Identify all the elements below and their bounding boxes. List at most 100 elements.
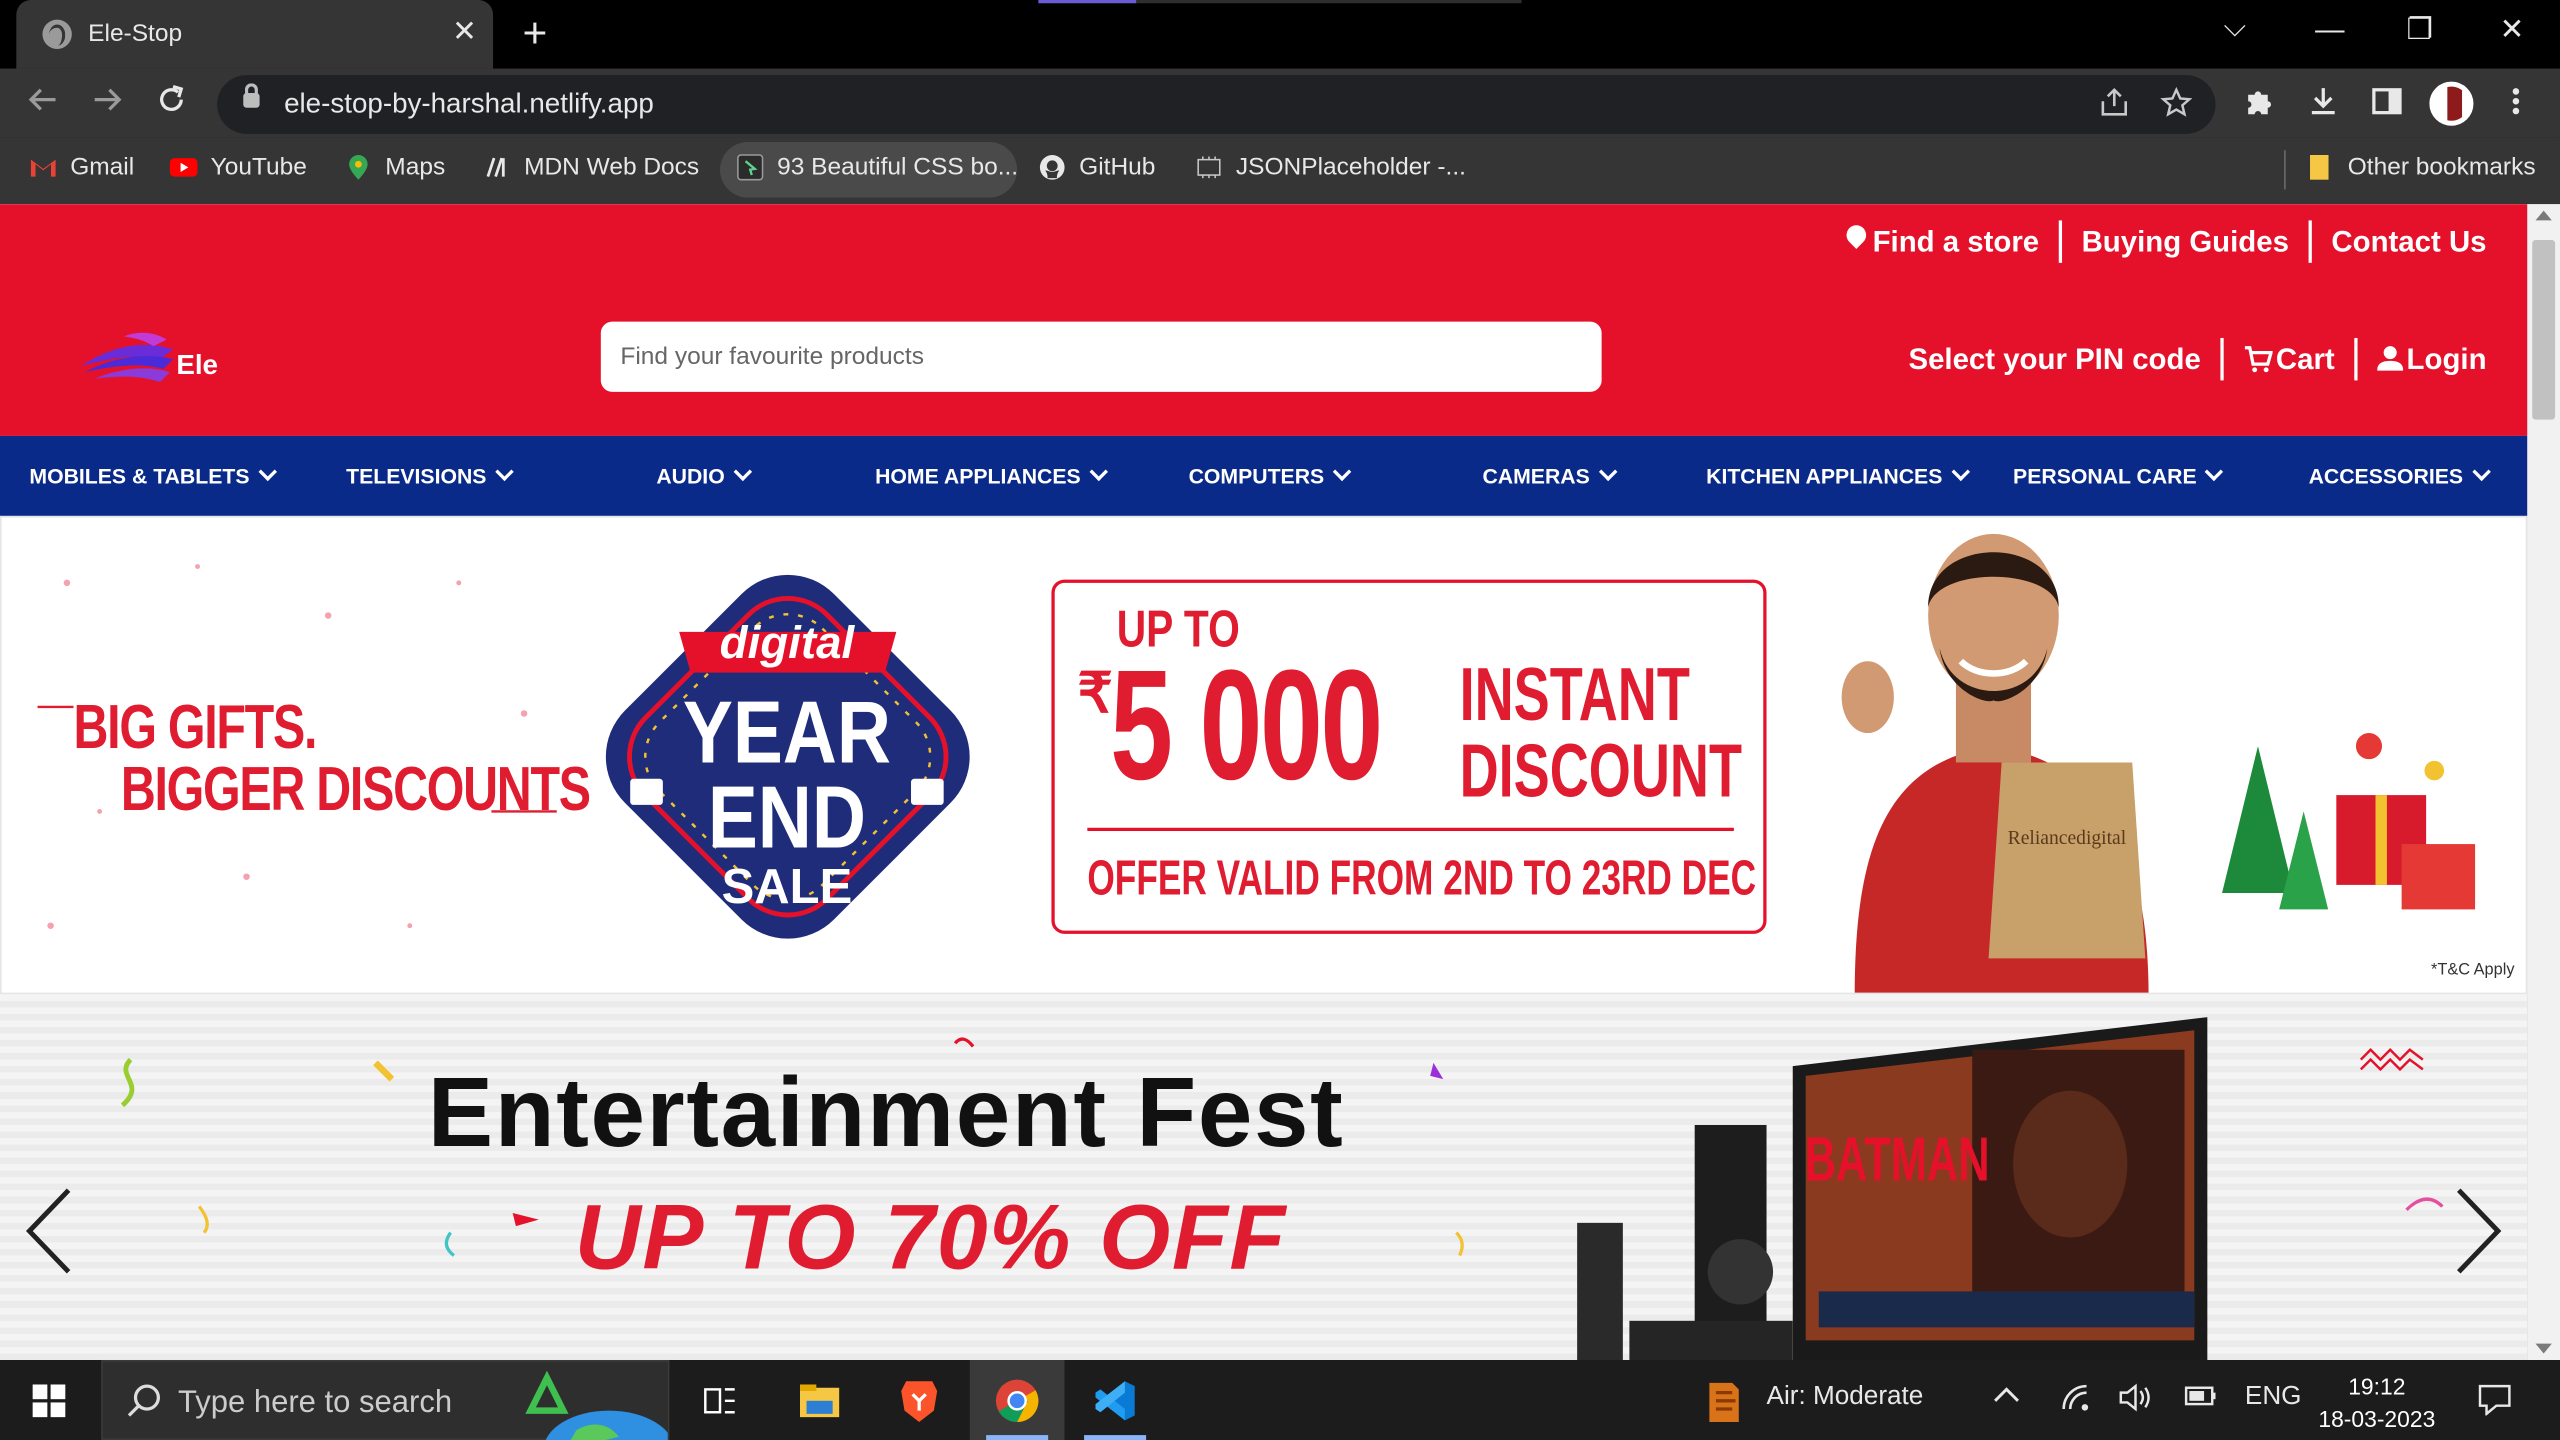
chevron-down-icon bbox=[733, 462, 752, 482]
bookmark-star-icon[interactable] bbox=[2160, 86, 2193, 129]
nav-televisions[interactable]: TELEVISIONS bbox=[346, 462, 514, 489]
volume-icon[interactable] bbox=[2118, 1383, 2154, 1421]
nav-mobiles-tablets[interactable]: MOBILES & TABLETS bbox=[29, 462, 277, 488]
clock-date: 18-03-2023 bbox=[2318, 1405, 2436, 1432]
bookmark-github[interactable]: GitHub bbox=[1038, 153, 1155, 181]
nav-audio[interactable]: AUDIO bbox=[656, 462, 752, 489]
system-clock[interactable]: 19:12 18-03-2023 bbox=[2318, 1370, 2435, 1435]
login-link[interactable]: Login bbox=[2358, 342, 2507, 376]
bookmark-jsonplaceholder[interactable]: JSONPlaceholder -... bbox=[1195, 153, 1466, 181]
nav-label: KITCHEN APPLIANCES bbox=[1706, 463, 1943, 489]
select-pin-code-link[interactable]: Select your PIN code bbox=[1889, 342, 2221, 376]
bookmark-label: Gmail bbox=[70, 153, 135, 182]
scroll-up-arrow-icon[interactable] bbox=[2535, 210, 2552, 221]
new-tab-button[interactable]: + bbox=[522, 10, 547, 56]
bookmark-youtube[interactable]: YouTube bbox=[169, 153, 307, 181]
windows-taskbar: Type here to search Air: Moderate ENG 19… bbox=[0, 1359, 2560, 1440]
scrollbar-thumb[interactable] bbox=[2532, 239, 2556, 420]
entertainment-fest-banner[interactable]: Entertainment Fest UP TO 70% OFF BATMAN bbox=[0, 994, 2528, 1360]
file-explorer-button[interactable] bbox=[771, 1360, 866, 1440]
task-view-icon bbox=[704, 1388, 735, 1414]
share-icon[interactable] bbox=[2098, 87, 2131, 129]
find-store-link[interactable]: Find a store bbox=[1827, 224, 2059, 258]
side-panel-icon[interactable] bbox=[2371, 85, 2404, 127]
bookmark-css-buttons[interactable]: 93 Beautiful CSS bo... bbox=[736, 153, 1018, 181]
weather-status[interactable]: Air: Moderate bbox=[1767, 1383, 1924, 1412]
windows-start-icon[interactable] bbox=[32, 1384, 66, 1418]
kebab-menu-icon[interactable] bbox=[2506, 85, 2526, 127]
close-window-button[interactable]: ✕ bbox=[2500, 13, 2525, 47]
user-icon bbox=[2377, 346, 2404, 371]
language-indicator[interactable]: ENG bbox=[2245, 1383, 2302, 1412]
product-search-input[interactable] bbox=[600, 321, 1602, 392]
nav-label: TELEVISIONS bbox=[346, 463, 487, 489]
wifi-icon[interactable] bbox=[2060, 1383, 2093, 1421]
tab-group-indicator bbox=[1038, 0, 1137, 4]
rupee-symbol: ₹ bbox=[1077, 662, 1113, 725]
minimize-button[interactable]: — bbox=[2315, 13, 2344, 47]
tv-screen-text: BATMAN bbox=[1805, 1126, 1990, 1194]
notifications-icon[interactable] bbox=[2477, 1383, 2513, 1424]
buying-guides-link[interactable]: Buying Guides bbox=[2062, 224, 2309, 258]
restore-button[interactable]: ❐ bbox=[2407, 13, 2433, 47]
scroll-down-arrow-icon[interactable] bbox=[2535, 1343, 2552, 1354]
nav-personal-care[interactable]: PERSONAL CARE bbox=[2013, 462, 2224, 488]
carousel-next-arrow-icon[interactable] bbox=[2442, 1184, 2514, 1279]
lock-icon[interactable] bbox=[243, 83, 260, 108]
nav-cameras[interactable]: CAMERAS bbox=[1482, 462, 1617, 488]
tab-close-button[interactable]: ✕ bbox=[452, 15, 477, 49]
banner-headline-2: BIGGER DISCOUNTS bbox=[120, 755, 591, 825]
profile-avatar[interactable] bbox=[2429, 81, 2474, 126]
brave-browser-button[interactable] bbox=[872, 1360, 967, 1440]
nav-home-appliances[interactable]: HOME APPLIANCES bbox=[875, 462, 1108, 488]
bookmark-label: JSONPlaceholder -... bbox=[1235, 153, 1466, 182]
back-arrow-icon[interactable] bbox=[26, 83, 59, 125]
running-app-indicator bbox=[1084, 1435, 1147, 1440]
bookmark-mdn[interactable]: MDN Web Docs bbox=[483, 153, 699, 181]
battery-icon[interactable] bbox=[2184, 1383, 2217, 1417]
nav-label: AUDIO bbox=[656, 463, 725, 489]
bookmark-maps[interactable]: Maps bbox=[344, 153, 445, 181]
chrome-browser-button[interactable] bbox=[969, 1359, 1065, 1440]
url-text[interactable]: ele-stop-by-harshal.netlify.app bbox=[284, 88, 654, 121]
nav-accessories[interactable]: ACCESSORIES bbox=[2309, 462, 2491, 488]
nav-computers[interactable]: COMPUTERS bbox=[1188, 462, 1352, 489]
speaker-system-image bbox=[1577, 1124, 1793, 1360]
task-view-button[interactable] bbox=[673, 1360, 768, 1440]
terms-apply-text: *T&C Apply bbox=[2431, 961, 2515, 980]
folder-icon bbox=[2310, 155, 2329, 180]
banner-offer: UP TO 70% OFF bbox=[574, 1185, 1287, 1289]
download-icon[interactable] bbox=[2307, 85, 2340, 127]
year-end-sale-banner[interactable]: BIG GIFTS. BIGGER DISCOUNTS digital YEAR… bbox=[0, 515, 2528, 995]
page-scrollbar[interactable] bbox=[2527, 204, 2560, 1360]
logo-text: Ele bbox=[176, 349, 219, 381]
search-icon bbox=[127, 1384, 160, 1417]
chevron-down-icon bbox=[1951, 462, 1970, 482]
reload-icon[interactable] bbox=[155, 83, 188, 125]
nav-kitchen-appliances[interactable]: KITCHEN APPLIANCES bbox=[1706, 462, 1970, 489]
chevron-down-icon bbox=[495, 462, 514, 482]
badge-end-text: END bbox=[708, 769, 866, 867]
nav-label: COMPUTERS bbox=[1188, 463, 1325, 489]
address-bar[interactable]: ele-stop-by-harshal.netlify.app bbox=[217, 75, 2216, 134]
carousel-prev-arrow-icon[interactable] bbox=[13, 1184, 85, 1279]
tray-chevron-up-icon[interactable] bbox=[1992, 1383, 2021, 1414]
contact-us-link[interactable]: Contact Us bbox=[2312, 224, 2506, 258]
web-page: Find a store Buying Guides Contact Us El… bbox=[0, 204, 2528, 1360]
extensions-puzzle-icon[interactable] bbox=[2243, 85, 2276, 127]
tab-search-button[interactable]: ⌵ bbox=[2224, 10, 2246, 44]
air-quality-icon[interactable] bbox=[1703, 1376, 1749, 1425]
vscode-button[interactable] bbox=[1068, 1360, 1163, 1440]
other-bookmarks-label: Other bookmarks bbox=[2347, 153, 2536, 182]
browser-tab[interactable]: Ele-Stop ✕ bbox=[16, 0, 494, 69]
discount-label: DISCOUNT bbox=[1459, 728, 1742, 814]
folder-icon bbox=[799, 1384, 840, 1418]
banner-title: Entertainment Fest bbox=[427, 1057, 1345, 1168]
cart-link[interactable]: Cart bbox=[2224, 342, 2355, 376]
other-bookmarks[interactable]: Other bookmarks bbox=[2307, 153, 2536, 181]
bookmark-gmail[interactable]: Gmail bbox=[29, 153, 134, 181]
taskbar-search-placeholder: Type here to search bbox=[177, 1386, 453, 1421]
discount-amount: 5 000 bbox=[1110, 638, 1383, 814]
taskbar-search-box[interactable]: Type here to search bbox=[101, 1359, 670, 1440]
forward-arrow-icon[interactable] bbox=[91, 83, 124, 125]
